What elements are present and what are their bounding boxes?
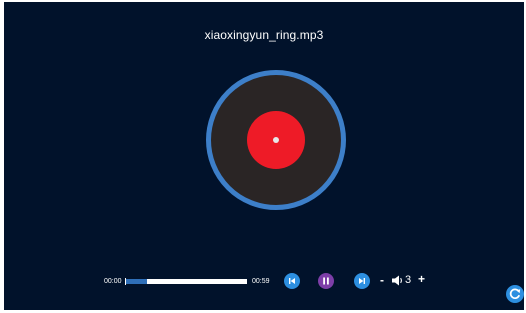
current-time: 00:00 (104, 278, 122, 285)
refresh-icon (509, 288, 521, 300)
progress-bar[interactable] (125, 278, 247, 285)
total-time: 00:59 (252, 278, 270, 285)
pause-button[interactable] (318, 273, 334, 289)
refresh-button[interactable] (506, 285, 524, 303)
volume-up-button[interactable]: + (418, 271, 425, 287)
track-title: xiaoxingyun_ring.mp3 (204, 28, 324, 42)
skip-previous-icon (289, 278, 295, 284)
vinyl-disc (206, 70, 346, 210)
disc-label (247, 111, 305, 169)
next-track-button[interactable] (354, 273, 370, 289)
speaker-icon (392, 275, 402, 286)
disc-center-hole (273, 137, 279, 143)
progress-fill (126, 279, 147, 284)
volume-down-button[interactable]: - (380, 272, 384, 288)
pause-icon (323, 277, 329, 285)
skip-next-icon (359, 278, 365, 284)
volume-level: 3 (405, 274, 412, 286)
music-player: xiaoxingyun_ring.mp3 00:00 00:59 - 3 + (4, 2, 524, 310)
previous-track-button[interactable] (284, 273, 300, 289)
